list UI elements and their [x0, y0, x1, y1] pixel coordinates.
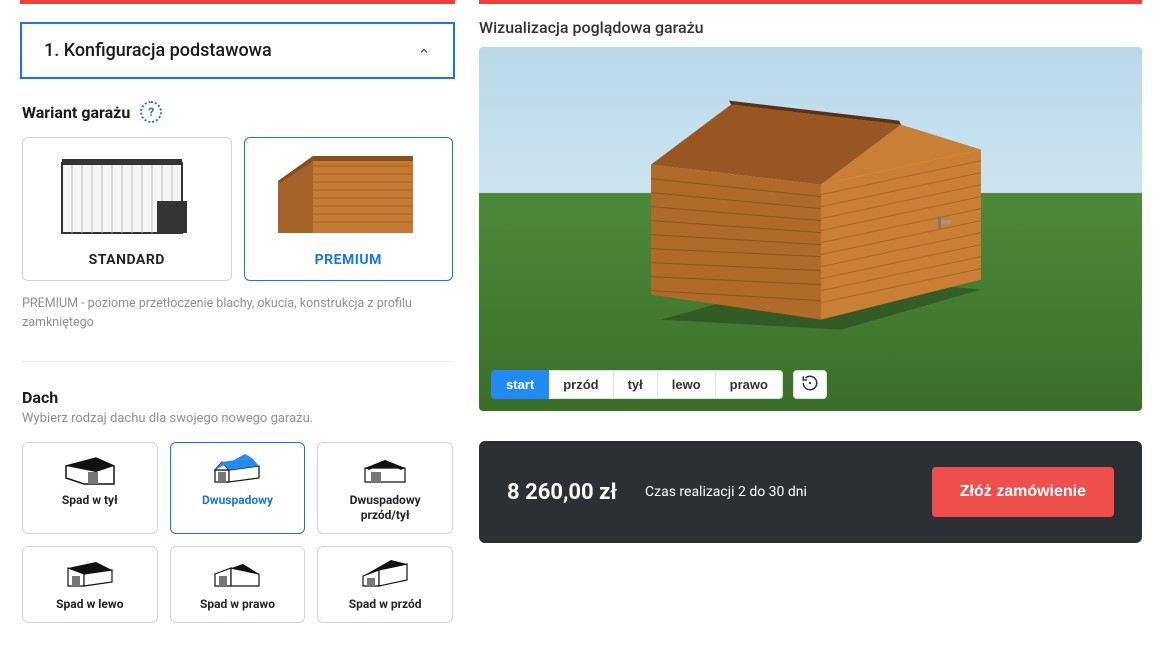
roof-section-title: Dach: [22, 388, 453, 407]
viz-title: Wizualizacja poglądowa garażu: [479, 18, 1142, 37]
variant-premium-image: [253, 146, 445, 246]
variant-option-premium[interactable]: PREMIUM: [244, 137, 454, 281]
divider: [22, 361, 453, 362]
viz-view-left[interactable]: lewo: [658, 370, 716, 399]
config-panel: 1. Konfiguracja podstawowa Wariant garaż…: [20, 0, 455, 623]
accordion-header-basic-config[interactable]: 1. Konfiguracja podstawowa: [20, 22, 455, 79]
garage-render: [621, 95, 1001, 335]
roof-front-label: Spad w przód: [324, 597, 446, 612]
roof-option-gable[interactable]: Dwuspadowy: [170, 442, 306, 534]
viz-view-front[interactable]: przód: [549, 370, 613, 399]
summary-bar: 8 260,00 zł Czas realizacji 2 do 30 dni …: [479, 441, 1142, 543]
viz-view-start[interactable]: start: [491, 370, 549, 399]
variant-section-title: Wariant garażu: [22, 103, 130, 122]
roof-left-icon: [29, 555, 151, 593]
roof-right-icon: [177, 555, 299, 593]
place-order-button[interactable]: Złóż zamówienie: [932, 467, 1114, 517]
variant-standard-image: [31, 146, 223, 246]
variant-description: PREMIUM - poziome przetłoczenie blachy, …: [22, 295, 453, 333]
viz-rotate-button[interactable]: [793, 370, 827, 399]
roof-back-icon: [29, 451, 151, 489]
roof-option-front[interactable]: Spad w przód: [317, 546, 453, 623]
variant-option-standard[interactable]: STANDARD: [22, 137, 232, 281]
price-value: 8 260,00 zł: [507, 480, 617, 505]
roof-option-left[interactable]: Spad w lewo: [22, 546, 158, 623]
rotate-icon: [801, 374, 819, 396]
roof-gable-icon: [177, 451, 299, 489]
roof-section-subtitle: Wybierz rodzaj dachu dla swojego nowego …: [22, 411, 453, 426]
viz-view-right[interactable]: prawo: [716, 370, 783, 399]
variant-standard-label: STANDARD: [31, 252, 223, 268]
roof-gable-fb-label: Dwuspadowy przód/tył: [324, 493, 446, 523]
variant-premium-label: PREMIUM: [253, 252, 445, 268]
garage-3d-viewport[interactable]: start przód tył lewo prawo: [479, 47, 1142, 411]
roof-gable-label: Dwuspadowy: [177, 493, 299, 508]
chevron-up-icon: [417, 44, 431, 58]
roof-back-label: Spad w tył: [29, 493, 151, 508]
help-icon[interactable]: ?: [140, 101, 162, 123]
roof-option-right[interactable]: Spad w prawo: [170, 546, 306, 623]
roof-left-label: Spad w lewo: [29, 597, 151, 612]
roof-option-gable-fb[interactable]: Dwuspadowy przód/tył: [317, 442, 453, 534]
viz-view-back[interactable]: tył: [614, 370, 658, 399]
roof-gable-fb-icon: [324, 451, 446, 489]
preview-panel: Wizualizacja poglądowa garażu: [479, 0, 1142, 543]
roof-front-icon: [324, 555, 446, 593]
roof-right-label: Spad w prawo: [177, 597, 299, 612]
lead-time-text: Czas realizacji 2 do 30 dni: [645, 484, 904, 500]
roof-option-back[interactable]: Spad w tył: [22, 442, 158, 534]
accordion-title: 1. Konfiguracja podstawowa: [44, 40, 272, 61]
